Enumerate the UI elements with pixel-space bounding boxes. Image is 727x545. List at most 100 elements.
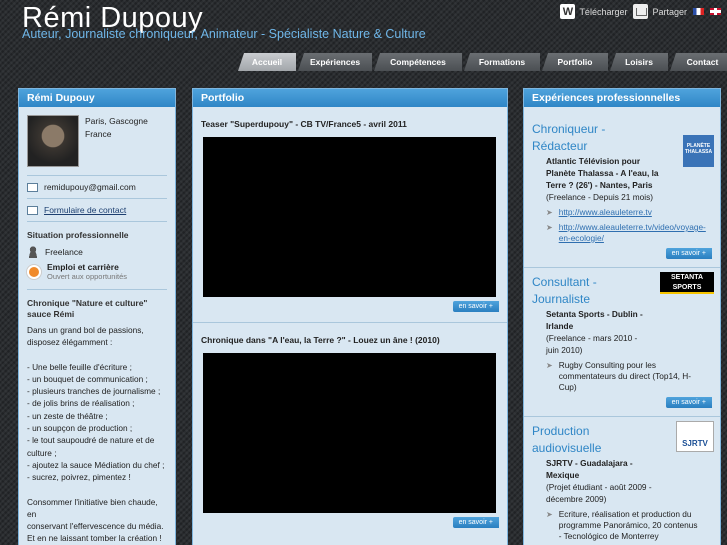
situation-title: Situation professionnelle xyxy=(27,230,129,240)
tab-loisirs[interactable]: Loisirs xyxy=(610,53,668,71)
form-icon xyxy=(27,205,38,215)
video-player[interactable] xyxy=(203,353,496,513)
more-button[interactable]: en savoir + xyxy=(665,248,712,259)
job-company: SJRTV - Guadalajara - Mexique xyxy=(546,458,633,480)
portfolio-panel-title: Portfolio xyxy=(193,89,507,107)
location-city: Paris, Gascogne xyxy=(85,116,148,126)
job-link[interactable]: http://www.aleauleterre.tv xyxy=(559,207,652,218)
more-button[interactable]: en savoir + xyxy=(665,397,712,408)
video-item: Teaser "Superdupouy" - CB TV/France5 - a… xyxy=(193,107,507,318)
contact-form-row: Formulaire de contact xyxy=(19,199,175,221)
more-button[interactable]: en savoir + xyxy=(452,301,499,312)
bullet-icon: ➤ xyxy=(546,208,553,217)
experiences-panel-title: Expériences professionnelles xyxy=(524,89,720,107)
profile-panel: Rémi Dupouy Paris, Gascogne France remid… xyxy=(18,88,176,545)
job-period: (Freelance - Depuis 21 mois) xyxy=(546,192,653,202)
tab-competences[interactable]: Compétences xyxy=(374,53,462,71)
job-detail: ➤ http://www.aleauleterre.tv/video/voyag… xyxy=(532,218,712,244)
bullet-icon: ➤ xyxy=(546,361,553,370)
job-company: Atlantic Télévision pour Planète Thalass… xyxy=(546,156,659,190)
job-detail: ➤ http://www.aleauleterre.tv xyxy=(532,203,712,218)
more-button[interactable]: en savoir + xyxy=(452,517,499,528)
job-detail-text: Ecriture, réalisation et production du p… xyxy=(558,509,698,541)
main-nav: Accueil Expériences Compétences Formatio… xyxy=(238,53,727,71)
job-period: (Freelance - mars 2010 - juin 2010) xyxy=(546,333,638,355)
blurb-line xyxy=(27,349,167,361)
share-label: Partager xyxy=(652,6,687,17)
situation-value: Freelance xyxy=(45,247,83,257)
job-entry: Consultant - Journaliste SETANTA SPORTS … xyxy=(524,268,720,412)
job-search-row: Emploi et carrière Ouvert aux opportunit… xyxy=(19,260,175,283)
blurb-line: disposez élégamment : xyxy=(27,337,113,348)
sjrtv-logo: SJRTV xyxy=(676,421,714,452)
blurb-line xyxy=(27,484,167,496)
situation-row: Freelance xyxy=(19,244,175,260)
share-icon xyxy=(633,4,649,19)
video-item: Chronique dans "A l'eau, la Terre ?" - L… xyxy=(193,323,507,534)
location: Paris, Gascogne France xyxy=(85,115,148,167)
blurb-line: - un zeste de théâtre ; xyxy=(27,410,108,421)
planete-thalassa-logo: PLANÈTE THALASSA xyxy=(683,135,714,167)
blurb-line: - le tout saupoudré de nature et de xyxy=(27,435,155,446)
blurb-line: conservant l'effervescence du média. xyxy=(27,521,164,532)
bullet-icon: ➤ xyxy=(546,223,553,232)
blurb-line: culture ; xyxy=(27,447,57,458)
email-icon xyxy=(27,182,38,192)
job-detail: ➤ Ecriture, réalisation et production du… xyxy=(532,505,712,542)
job-detail-text: Rugby Consulting pour les commentateurs … xyxy=(558,360,692,392)
french-flag-icon[interactable] xyxy=(693,8,704,15)
job-search-sub: Ouvert aux opportunités xyxy=(47,272,128,281)
job-detail: ➤ Rugby Consulting pour les commentateur… xyxy=(532,356,712,393)
email-row: remidupouy@gmail.com xyxy=(19,176,175,198)
job-period: (Projet étudiant - août 2009 - décembre … xyxy=(546,482,652,504)
avatar xyxy=(27,115,79,167)
profile-panel-title: Rémi Dupouy xyxy=(19,89,175,107)
site-subtitle: Auteur, Journaliste chroniqueur, Animate… xyxy=(22,27,426,41)
job-link[interactable]: http://www.aleauleterre.tv/video/voyage-… xyxy=(559,222,709,244)
tab-accueil[interactable]: Accueil xyxy=(238,53,296,71)
portfolio-panel: Portfolio Teaser "Superdupouy" - CB TV/F… xyxy=(192,88,508,545)
blurb-line: Dans un grand bol de passions, xyxy=(27,325,144,335)
blurb-line: Et en ne laissant tomber la création ! xyxy=(27,533,162,544)
download-label: Télécharger xyxy=(579,6,628,17)
download-button[interactable]: W Télécharger xyxy=(560,4,627,19)
job-role[interactable]: Production audiovisuelle xyxy=(532,423,652,457)
person-icon xyxy=(27,246,39,258)
blurb-text: Dans un grand bol de passions, disposez … xyxy=(19,324,175,545)
header-actions: W Télécharger Partager xyxy=(560,4,721,19)
contact-form-link[interactable]: Formulaire de contact xyxy=(44,205,126,215)
tab-portfolio[interactable]: Portfolio xyxy=(542,53,608,71)
job-search-icon xyxy=(27,264,41,279)
share-button[interactable]: Partager xyxy=(633,4,687,19)
job-role[interactable]: Chroniqueur - Rédacteur xyxy=(532,121,652,155)
job-entry: Chroniqueur - Rédacteur PLANÈTE THALASSA… xyxy=(524,107,720,263)
blurb-line: - ajoutez la sauce Médiation du chef ; xyxy=(27,459,165,470)
blurb-line: - un bouquet de communication ; xyxy=(27,373,148,384)
blurb-line: Consommer l'initiative bien chaude, en xyxy=(27,496,158,519)
tab-formations[interactable]: Formations xyxy=(464,53,540,71)
english-flag-icon[interactable] xyxy=(710,8,721,15)
job-logo: SJRTV xyxy=(676,421,714,452)
blurb-title: Chronique "Nature et culture" sauce Rémi xyxy=(27,298,148,319)
blurb-line: - sucrez, poivrez, pimentez ! xyxy=(27,472,131,483)
video-player[interactable] xyxy=(203,137,496,297)
tab-experiences[interactable]: Expériences xyxy=(298,53,372,71)
bullet-icon: ➤ xyxy=(546,510,553,519)
job-entry: Production audiovisuelle SJRTV SJRTV - G… xyxy=(524,417,720,545)
job-company: Setanta Sports - Dublin - Irlande xyxy=(546,309,643,331)
setanta-sports-logo: SETANTA SPORTS xyxy=(660,272,714,294)
blurb-line: - de jolis brins de réalisation ; xyxy=(27,398,135,409)
job-logo: SETANTA SPORTS xyxy=(660,272,714,294)
blurb-line: - plusieurs tranches de journalisme ; xyxy=(27,386,161,397)
job-role[interactable]: Consultant - Journaliste xyxy=(532,274,652,308)
location-country: France xyxy=(85,129,112,139)
email-text: remidupouy@gmail.com xyxy=(44,182,136,192)
job-search-title: Emploi et carrière xyxy=(47,262,119,272)
job-logo: PLANÈTE THALASSA xyxy=(683,135,714,167)
tab-contact[interactable]: Contact xyxy=(670,53,727,71)
profile-summary: Paris, Gascogne France xyxy=(19,107,175,175)
video-title: Teaser "Superdupouy" - CB TV/France5 - a… xyxy=(201,119,407,129)
experiences-panel: Expériences professionnelles Chroniqueur… xyxy=(523,88,721,545)
blurb-line: - Une belle feuille d'écriture ; xyxy=(27,361,132,372)
video-title: Chronique dans "A l'eau, la Terre ?" - L… xyxy=(201,335,440,345)
